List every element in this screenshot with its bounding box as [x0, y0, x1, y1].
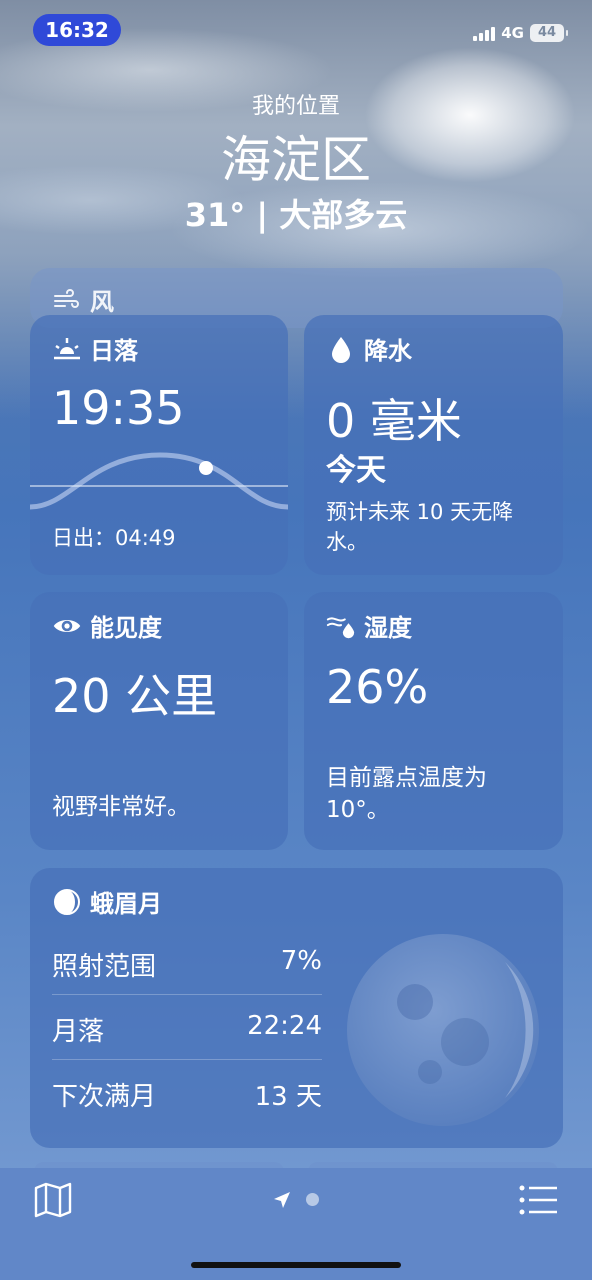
moon-row-value: 7%: [280, 946, 322, 976]
sunset-card[interactable]: 日落 19:35 日出：04:49: [30, 315, 288, 575]
moon-card[interactable]: 蛾眉月 照射范围 7% 月落 22:24 下次满月 13 天: [30, 868, 563, 1148]
battery-icon: 44: [530, 24, 568, 42]
humidity-note: 目前露点温度为 10°。: [326, 765, 487, 823]
list-icon[interactable]: [519, 1184, 559, 1220]
humidity-card-title: 湿度: [326, 608, 412, 643]
moon-image: [347, 934, 539, 1126]
eye-icon: [52, 611, 82, 641]
city-name: 海淀区: [221, 131, 371, 189]
precipitation-note: 预计未来 10 天无降水。: [326, 500, 514, 554]
map-icon[interactable]: [34, 1182, 72, 1222]
page-dot[interactable]: [306, 1193, 319, 1206]
precipitation-card-title: 降水: [326, 331, 412, 366]
divider: [52, 1059, 322, 1060]
precipitation-period: 今天: [326, 453, 386, 488]
precipitation-card[interactable]: 降水 0 毫米 今天 预计未来 10 天无降水。: [304, 315, 563, 575]
location-label: 我的位置: [251, 94, 340, 119]
moon-row-value: 13 天: [254, 1082, 322, 1112]
location-arrow-icon[interactable]: [272, 1190, 292, 1214]
moon-row-label: 照射范围: [52, 952, 157, 982]
sunset-icon: [52, 334, 82, 364]
moon-row-illumination: 照射范围 7%: [52, 946, 322, 983]
precipitation-title: 降水: [364, 337, 412, 365]
visibility-card[interactable]: 能见度 20 公里 视野非常好。: [30, 592, 288, 850]
moon-row-label: 下次满月: [52, 1082, 157, 1112]
home-indicator[interactable]: [191, 1262, 401, 1268]
sunset-title: 日落: [90, 337, 138, 365]
humidity-icon: [326, 611, 356, 641]
status-time: 16:32: [33, 14, 121, 46]
moon-title: 蛾眉月: [90, 890, 162, 918]
sunset-card-title: 日落: [52, 331, 138, 366]
humidity-value: 26%: [326, 660, 429, 714]
moon-card-title: 蛾眉月: [52, 884, 162, 919]
raindrop-icon: [326, 334, 356, 364]
precipitation-value: 0 毫米: [326, 394, 462, 448]
sunset-time: 19:35: [52, 381, 185, 435]
signal-icon: [473, 25, 496, 41]
moon-row-label: 月落: [52, 1017, 105, 1047]
battery-level: 44: [537, 25, 557, 40]
moon-row-next-full: 下次满月 13 天: [52, 1076, 322, 1113]
visibility-title: 能见度: [90, 614, 162, 642]
moon-phase-icon: [52, 887, 82, 917]
moon-row-moonset: 月落 22:24: [52, 1011, 322, 1048]
wind-icon: [52, 285, 82, 315]
status-indicators: 4G 44: [473, 24, 568, 42]
sun-path-graph: [30, 452, 288, 510]
wind-card-title: 风: [52, 282, 114, 317]
network-type: 4G: [501, 24, 524, 42]
humidity-title: 湿度: [364, 614, 412, 642]
visibility-value: 20 公里: [52, 669, 218, 723]
sunrise-time: 日出：04:49: [52, 526, 176, 550]
wind-title: 风: [90, 288, 114, 316]
humidity-card[interactable]: 湿度 26% 目前露点温度为 10°。: [304, 592, 563, 850]
weather-summary: 31° | 大部多云: [184, 196, 408, 234]
visibility-card-title: 能见度: [52, 608, 162, 643]
divider: [52, 994, 322, 995]
moon-row-value: 22:24: [247, 1011, 322, 1041]
visibility-note: 视野非常好。: [52, 794, 190, 820]
